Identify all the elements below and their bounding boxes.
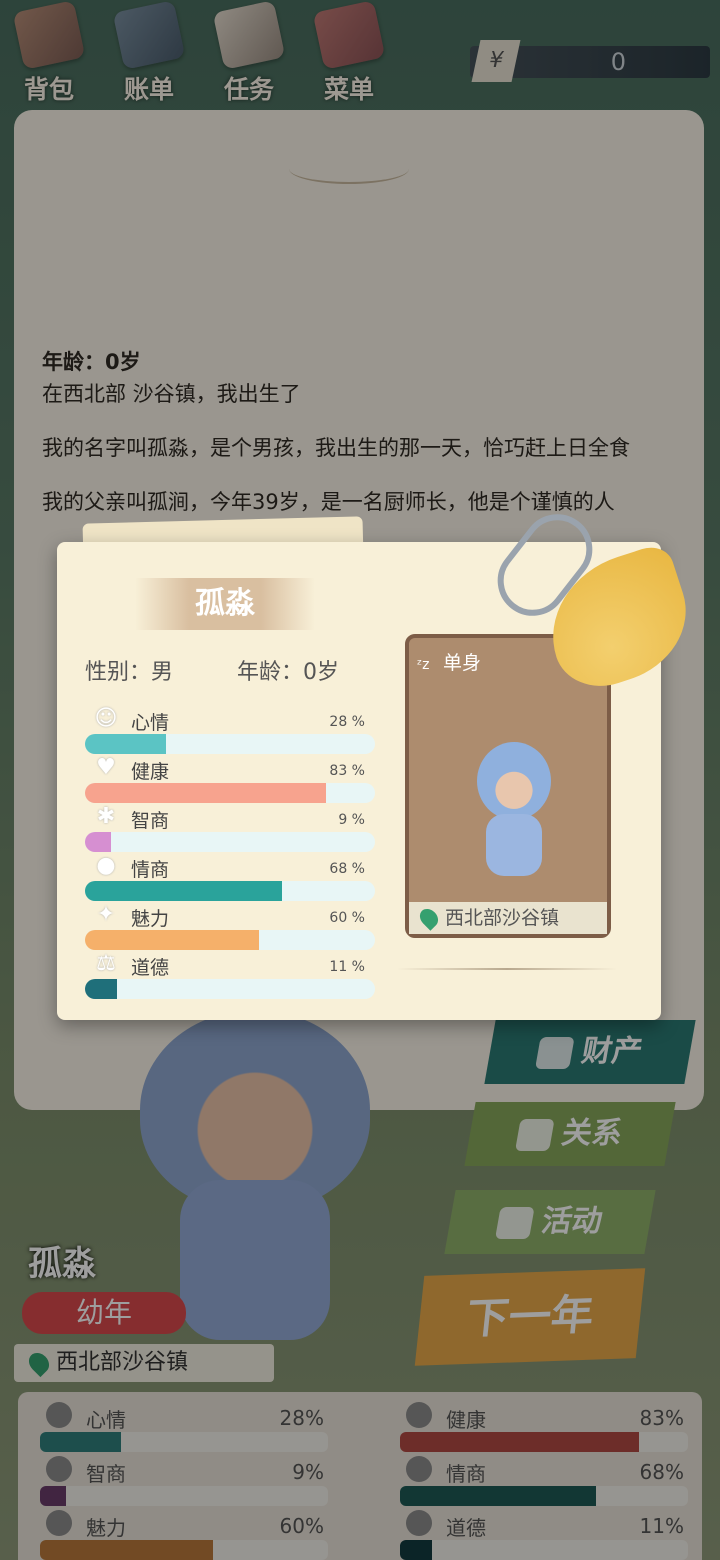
- card-gender: 性别：男: [85, 660, 174, 685]
- stat-name: 道德: [131, 957, 170, 979]
- apple-icon: ●: [96, 853, 116, 878]
- relationship-status-text: 单身: [443, 652, 482, 674]
- card-stat-eq: ● 情商 68 %: [85, 851, 375, 901]
- stat-track: [85, 832, 375, 852]
- stat-fill: [85, 881, 283, 901]
- location-pin-icon: [416, 905, 442, 931]
- relationship-status: ᶻz 单身: [417, 648, 481, 675]
- stat-value: 68 %: [329, 861, 365, 877]
- portrait-character: [477, 742, 551, 882]
- portrait-head: [477, 742, 551, 820]
- stat-name: 健康: [131, 761, 170, 783]
- card-stat-morality: ⚖ 道德 11 %: [85, 949, 375, 999]
- stat-name: 智商: [131, 810, 170, 832]
- sparkle-icon: ✦: [96, 902, 116, 927]
- stat-fill: [85, 979, 117, 999]
- stat-value: 9 %: [338, 812, 365, 828]
- stat-fill: [85, 930, 259, 950]
- stat-name: 心情: [131, 712, 170, 734]
- stat-track: [85, 734, 375, 754]
- portrait-location: 西北部沙谷镇: [409, 902, 607, 934]
- stat-value: 28 %: [329, 714, 365, 730]
- card-stat-iq: ✱ 智商 9 %: [85, 802, 375, 852]
- card-stat-mood: ☺ 心情 28 %: [85, 704, 375, 754]
- portrait-location-text: 西北部沙谷镇: [445, 907, 560, 929]
- stat-fill: [85, 832, 112, 852]
- stat-track: [85, 783, 375, 803]
- lightbulb-icon: ✱: [96, 804, 116, 829]
- stat-fill: [85, 734, 167, 754]
- sleep-icon: ᶻz: [417, 657, 430, 673]
- card-character-name: 孤淼: [135, 578, 315, 630]
- stat-fill: [85, 783, 326, 803]
- stat-value: 60 %: [329, 910, 365, 926]
- stat-name: 情商: [131, 859, 170, 881]
- portrait-body: [486, 814, 542, 876]
- stat-track: [85, 881, 375, 901]
- stat-track: [85, 930, 375, 950]
- card-stat-charm: ✦ 魅力 60 %: [85, 900, 375, 950]
- stat-value: 83 %: [329, 763, 365, 779]
- scales-icon: ⚖: [96, 951, 116, 976]
- card-stat-health: ♥ 健康 83 %: [85, 753, 375, 803]
- stat-track: [85, 979, 375, 999]
- smile-icon: ☺: [94, 706, 118, 731]
- card-divider: [397, 968, 617, 970]
- stat-value: 11 %: [329, 959, 365, 975]
- heart-icon: ♥: [96, 755, 116, 780]
- stat-name: 魅力: [131, 908, 170, 930]
- card-age: 年龄：0岁: [237, 660, 339, 685]
